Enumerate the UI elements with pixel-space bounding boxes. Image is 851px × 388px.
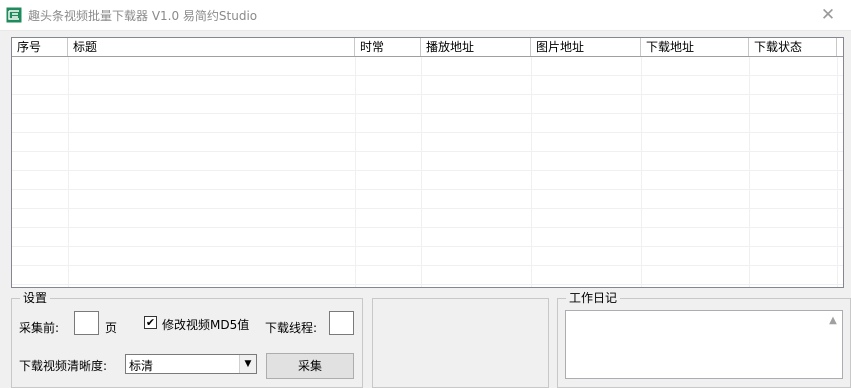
pages-unit-label: 页 xyxy=(105,321,118,335)
quality-select-value: 标清 xyxy=(129,359,154,373)
app-logo-icon xyxy=(6,7,22,23)
column-header-duration[interactable]: 时常 xyxy=(355,38,421,56)
window-title: 趣头条视频批量下载器 V1.0 易简约Studio xyxy=(28,9,258,23)
column-header-title[interactable]: 标题 xyxy=(68,38,355,56)
log-textarea[interactable]: ▲ xyxy=(565,310,843,379)
list-header: 序号 标题 时常 播放地址 图片地址 下载地址 下载状态 xyxy=(12,38,843,57)
middle-panel xyxy=(372,298,549,388)
quality-label: 下载视频清晰度: xyxy=(19,359,108,373)
threads-label: 下载线程: xyxy=(265,321,318,335)
close-button[interactable]: ✕ xyxy=(805,0,851,30)
column-header-download-url[interactable]: 下载地址 xyxy=(641,38,749,56)
pages-label: 采集前: xyxy=(19,321,60,335)
column-header-index[interactable]: 序号 xyxy=(12,38,68,56)
log-group-title: 工作日记 xyxy=(566,291,621,305)
chevron-down-icon[interactable]: ▼ xyxy=(239,355,256,373)
video-list-view[interactable]: 序号 标题 时常 播放地址 图片地址 下载地址 下载状态 xyxy=(11,37,844,288)
md5-checkbox[interactable]: ✔ xyxy=(144,316,157,329)
title-bar: 趣头条视频批量下载器 V1.0 易简约Studio ✕ xyxy=(0,0,851,31)
scroll-up-arrow-icon[interactable]: ▲ xyxy=(826,315,840,329)
column-header-play-url[interactable]: 播放地址 xyxy=(421,38,531,56)
threads-input[interactable] xyxy=(329,311,354,335)
settings-group-title: 设置 xyxy=(20,291,51,305)
quality-select[interactable]: 标清 ▼ xyxy=(125,354,257,374)
pages-input[interactable] xyxy=(74,311,99,335)
collect-button[interactable]: 采集 xyxy=(266,353,354,379)
checkmark-icon: ✔ xyxy=(145,316,156,329)
column-header-download-status[interactable]: 下载状态 xyxy=(749,38,837,56)
md5-checkbox-label: 修改视频MD5值 xyxy=(162,318,250,332)
column-header-image-url[interactable]: 图片地址 xyxy=(531,38,641,56)
